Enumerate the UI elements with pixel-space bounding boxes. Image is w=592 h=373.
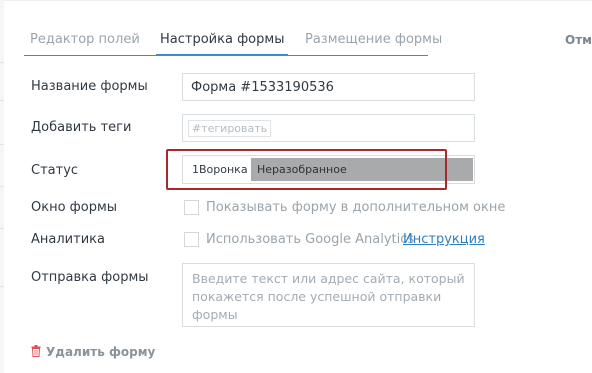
tab-field-editor[interactable]: Редактор полей <box>30 32 140 47</box>
form-name-input[interactable]: Форма #1533190536 <box>182 73 475 101</box>
sidebar-edge-mark <box>0 100 4 101</box>
form-name-label: Название формы <box>31 79 148 94</box>
analytics-label: Аналитика <box>31 232 105 247</box>
delete-form-label: Удалить форму <box>46 345 156 359</box>
submit-textarea[interactable]: Введите текст или адрес сайта, который п… <box>182 263 475 327</box>
window-checkbox[interactable] <box>184 200 199 215</box>
sidebar-edge-mark <box>0 228 4 229</box>
submit-placeholder: Введите текст или адрес сайта, который п… <box>192 271 465 322</box>
analytics-checkbox-label[interactable]: Использовать Google Analytics <box>206 232 414 247</box>
form-name-value: Форма #1533190536 <box>191 80 334 95</box>
sidebar-edge-mark <box>0 186 4 187</box>
tags-label: Добавить теги <box>31 120 132 135</box>
window-label: Окно формы <box>31 200 118 215</box>
left-sidebar-edge <box>0 0 4 373</box>
sidebar-edge-mark <box>0 62 4 63</box>
analytics-instruction-link[interactable]: Инструкция <box>403 232 485 247</box>
sidebar-edge-mark <box>0 286 4 287</box>
tab-form-settings[interactable]: Настройка формы <box>155 32 289 56</box>
submit-label: Отправка формы <box>31 270 149 285</box>
tags-input[interactable]: #тегировать <box>188 120 272 137</box>
status-label: Статус <box>31 163 79 178</box>
settings-tabs: Редактор полей Настройка формы Размещени… <box>24 0 442 56</box>
tab-form-placement[interactable]: Размещение формы <box>305 32 442 47</box>
window-checkbox-label[interactable]: Показывать форму в дополнительном окне <box>206 200 505 215</box>
analytics-checkbox[interactable] <box>184 232 199 247</box>
trash-icon <box>31 345 41 357</box>
tags-field[interactable]: #тегировать <box>182 114 475 142</box>
status-highlight-box <box>166 149 447 190</box>
cancel-link[interactable]: Отме <box>565 33 592 47</box>
sidebar-edge-mark <box>0 144 4 145</box>
